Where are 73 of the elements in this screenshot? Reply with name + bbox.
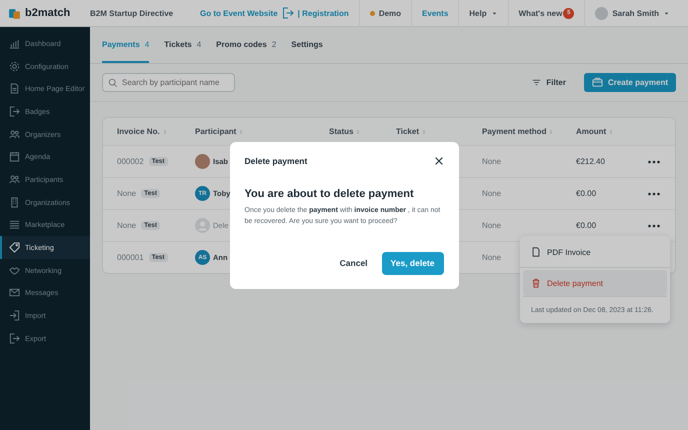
exit-icon — [282, 7, 294, 19]
payment-method: None — [482, 253, 502, 262]
events-link[interactable]: Events — [422, 8, 448, 18]
close-icon — [434, 156, 444, 166]
dialog-heading: You are about to delete payment — [244, 188, 415, 200]
more-icon[interactable] — [647, 190, 661, 196]
gear-icon — [9, 60, 20, 72]
logo-icon — [8, 6, 21, 20]
more-icon[interactable] — [647, 158, 661, 164]
column-header[interactable]: Amount — [576, 127, 606, 136]
user-silhouette-icon — [195, 218, 210, 233]
file-icon — [531, 247, 541, 257]
sort-icon — [548, 128, 554, 134]
export-icon — [9, 332, 20, 344]
caret-icon — [490, 10, 498, 16]
menu-item[interactable]: Delete payment — [523, 270, 667, 296]
tab[interactable]: Settings — [291, 27, 323, 63]
sort-icon — [608, 128, 614, 134]
invoice-number: None — [117, 189, 136, 198]
column-header[interactable]: Payment method — [482, 127, 546, 136]
user-menu[interactable]: Sarah Smith — [612, 8, 659, 18]
amount: €0.00 — [576, 189, 596, 198]
payment-method: None — [482, 221, 502, 230]
event-name: B2M Startup Directive — [90, 8, 174, 18]
tab[interactable]: Tickets 4 — [164, 27, 202, 63]
cancel-button[interactable]: Cancel — [340, 254, 368, 272]
chart-icon — [9, 38, 20, 49]
calendar-icon — [9, 151, 20, 162]
demo-label: Demo — [378, 8, 402, 18]
column-header[interactable]: Invoice No. — [117, 127, 160, 136]
status-dot — [370, 10, 375, 16]
caret-icon — [663, 10, 670, 16]
dialog-title: Delete payment — [244, 156, 308, 166]
create-payment-button[interactable]: Create payment — [584, 73, 676, 92]
avatar-photo — [195, 154, 210, 169]
event-website-link[interactable]: Go to Event Website — [200, 8, 278, 18]
sort-icon — [420, 128, 427, 134]
close-button[interactable] — [434, 156, 444, 166]
list-icon — [9, 219, 20, 230]
invoice-number: None — [117, 221, 136, 230]
search-field[interactable]: Search by participant name — [102, 73, 235, 92]
registration-link[interactable]: | Registration — [298, 8, 349, 18]
confirm-delete-button[interactable]: Yes, delete — [382, 252, 444, 274]
amount: €0.00 — [576, 221, 596, 230]
invoice-number: 000001 — [117, 253, 144, 262]
trash-icon — [531, 278, 541, 288]
sort-icon — [238, 128, 244, 134]
import-icon — [9, 310, 20, 322]
more-icon[interactable] — [647, 222, 661, 228]
payment-method: None — [482, 157, 502, 166]
help-menu[interactable]: Help — [469, 8, 487, 18]
filter-icon — [532, 78, 542, 87]
column-header[interactable]: Status — [329, 127, 354, 136]
menu-item[interactable]: PDF Invoice — [523, 239, 667, 265]
sort-icon — [162, 128, 168, 134]
filter-button[interactable]: Filter — [526, 77, 572, 88]
exit-icon — [9, 106, 20, 117]
payment-method: None — [482, 189, 502, 198]
tag-icon — [9, 242, 20, 254]
people-icon — [9, 128, 20, 140]
people-icon — [9, 174, 20, 185]
logo-text: b2match — [25, 7, 70, 19]
card-icon — [592, 77, 603, 88]
column-header[interactable]: Ticket — [396, 127, 419, 136]
sort-icon — [355, 128, 362, 134]
whats-new-link[interactable]: What's new — [518, 8, 562, 18]
document-icon — [9, 83, 20, 94]
building-icon — [9, 196, 20, 208]
invoice-number: 000002 — [117, 157, 144, 166]
amount: €212.40 — [576, 157, 605, 166]
tab[interactable]: Promo codes 2 — [216, 27, 276, 63]
column-header[interactable]: Participant — [195, 127, 236, 136]
envelope-icon — [9, 287, 20, 298]
